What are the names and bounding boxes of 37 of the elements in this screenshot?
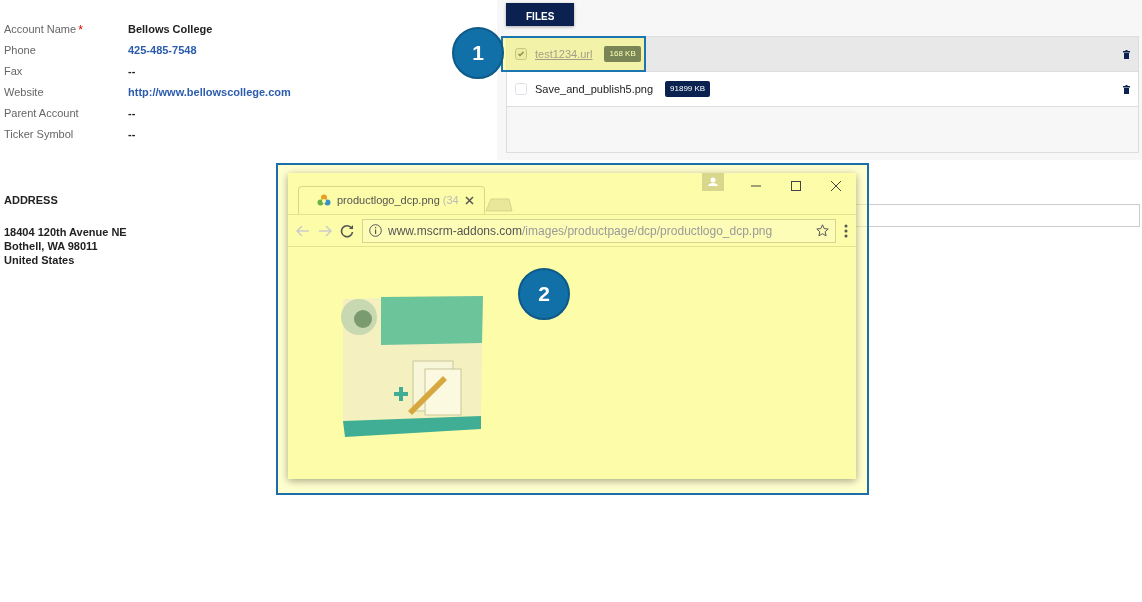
- field-value: --: [128, 64, 136, 80]
- delete-icon[interactable]: [1123, 84, 1130, 94]
- field-value: --: [128, 127, 136, 143]
- address-line: Bothell, WA 98011: [4, 238, 98, 253]
- menu-icon[interactable]: [844, 223, 848, 238]
- field-label: Website: [4, 86, 44, 99]
- size-badge: 168 KB: [604, 46, 641, 62]
- favicon-icon: [317, 193, 331, 208]
- file-row[interactable]: Save_and_publish5.png 91899 KB: [507, 72, 1138, 107]
- required-mark: *: [78, 22, 83, 37]
- field-link[interactable]: http://www.bellowscollege.com: [128, 84, 291, 101]
- field-link[interactable]: 425-485-7548: [128, 42, 197, 59]
- field-label: Ticker Symbol: [4, 128, 74, 141]
- url-text: www.mscrm-addons.com/images/productpage/dcp/productlogo_dcp.png: [388, 222, 773, 240]
- address-bar[interactable]: www.mscrm-addons.com/images/productpage/dcp/productlogo_dcp.png: [362, 218, 836, 243]
- field-value: Bellows College: [128, 22, 213, 38]
- address-line: 18404 120th Avenue NE: [4, 224, 127, 239]
- section-heading: ADDRESS: [4, 193, 58, 208]
- info-icon: [369, 224, 382, 237]
- checkbox[interactable]: [515, 48, 527, 60]
- address-line: United States: [4, 252, 75, 267]
- browser-tab[interactable]: productlogo_dcp.png (34: [298, 186, 485, 214]
- files-button[interactable]: FILES: [506, 3, 575, 26]
- close-icon[interactable]: [464, 196, 474, 205]
- field-label: Parent Account: [4, 107, 79, 120]
- maximize-icon[interactable]: [790, 181, 802, 191]
- file-link[interactable]: Save_and_publish5.png: [535, 80, 654, 98]
- field-label: Account Name: [4, 22, 77, 35]
- close-icon[interactable]: [830, 181, 842, 191]
- field-value: --: [128, 106, 136, 122]
- callout-number: 1: [452, 27, 504, 79]
- star-icon[interactable]: [816, 224, 829, 237]
- delete-icon[interactable]: [1123, 49, 1130, 59]
- reload-icon[interactable]: [340, 223, 354, 238]
- field-label: Phone: [4, 44, 36, 57]
- size-badge: 91899 KB: [665, 81, 711, 97]
- field-label: Fax: [4, 65, 23, 78]
